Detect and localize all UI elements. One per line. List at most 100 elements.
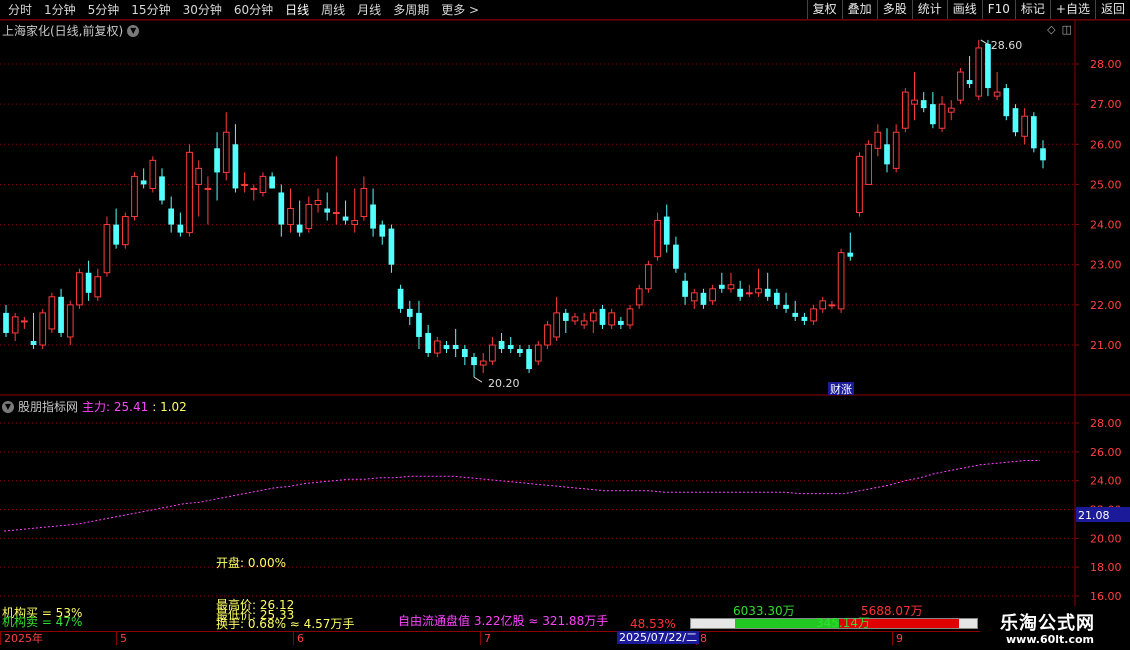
ratio-value: : 1.02 [152, 399, 187, 414]
y-tick-label: 28.00 [1090, 58, 1122, 71]
candle-body-up [819, 300, 827, 310]
candle-body-down [296, 224, 303, 233]
candle-body-up [902, 91, 909, 129]
candle-body-down [764, 288, 771, 297]
candle-body-up [222, 131, 230, 173]
low-price-label: 20.20 [488, 377, 520, 390]
candle-body-up [48, 296, 56, 330]
y-tick-label: 24.00 [1090, 475, 1122, 488]
mid-amount: 345.14万 [816, 616, 870, 630]
sell-amount: 5688.07万 [861, 604, 923, 618]
site-logo: 乐淘公式网 www.60lt.com [980, 606, 1130, 650]
y-tick-label: 25.00 [1090, 178, 1122, 191]
indicator-title: 股朋指标网 [18, 400, 79, 414]
maximize-icon[interactable]: ◫ [1062, 23, 1072, 36]
candle-body-down [177, 224, 184, 233]
grid-layer [0, 19, 1130, 631]
date-label-year: 2025年 [0, 632, 43, 645]
candle-body-up [121, 216, 129, 246]
date-label-jul: 7 [480, 632, 491, 645]
candle-body-up [837, 252, 845, 310]
candle-body-up [975, 47, 983, 97]
candle-body-down [3, 312, 9, 333]
candle-body-up [856, 155, 863, 214]
y-axis: 28.00 27.00 26.00 25.00 24.00 23.00 22.00 21.00… [1075, 58, 1130, 603]
candle-body-down [232, 144, 239, 189]
candle-body-up [103, 224, 111, 274]
candle-body-down [471, 357, 477, 366]
main-chart-controls: ◇ ◫ [1047, 23, 1072, 36]
candle-body-up [874, 131, 882, 149]
y-tick-label: 22.00 [1090, 299, 1122, 312]
candle-body-up [360, 187, 368, 218]
candle-body-down [498, 340, 505, 350]
candle-body-up [131, 175, 138, 218]
diamond-icon[interactable]: ◇ [1047, 23, 1055, 36]
candle-body-down [1012, 108, 1019, 133]
candle-body-down [406, 308, 413, 317]
candle-body-down [342, 216, 349, 221]
candle-body-down [416, 312, 422, 337]
candle-body-up [957, 71, 964, 101]
low-arrow [473, 376, 483, 383]
candle-body-down [966, 80, 973, 85]
y-tick-label: 16.00 [1090, 590, 1122, 603]
main-force-line [3, 460, 1040, 532]
candle-body-down [397, 288, 404, 309]
candle-body-down [324, 208, 331, 213]
candle-body-up [333, 212, 340, 215]
indicator-series [3, 460, 1040, 532]
candle-body-down [599, 308, 606, 325]
flow-seg-neutral [691, 619, 735, 628]
candle-body-up [865, 143, 872, 185]
candle-body-up [727, 284, 735, 290]
annotations: 28.60 20.20 财涨 [473, 39, 1022, 396]
logo-url: www.60lt.com [1006, 633, 1095, 646]
candle-body-down [884, 144, 890, 165]
candle-body-up [287, 208, 294, 226]
candle-body-up [305, 204, 313, 230]
y-tick-label: 18.00 [1090, 561, 1122, 574]
y-tick-label: 23.00 [1090, 259, 1122, 272]
candle-body-down [30, 340, 37, 345]
candle-body-up [149, 159, 157, 189]
candle-body-up [608, 312, 616, 326]
y-tick-label: 21.00 [1090, 339, 1122, 352]
candle-body-up [690, 292, 698, 302]
candle-body-down [168, 208, 175, 225]
stock-title: 上海家化(日线,前复权) [2, 24, 124, 38]
candle-body-down [673, 244, 679, 269]
candle-body-down [1003, 88, 1010, 117]
y-tick-label: 27.00 [1090, 98, 1122, 111]
candle-body-up [911, 99, 918, 105]
candle-body-up [534, 344, 542, 362]
candle-body-up [544, 324, 551, 346]
chevron-down-icon[interactable]: ▼ [127, 24, 140, 37]
chart-canvas[interactable]: 28.00 27.00 26.00 25.00 24.00 23.00 22.00 21.00… [0, 0, 1130, 650]
candle-body-down [370, 204, 376, 229]
candle-body-down [700, 292, 707, 305]
candle-body-up [892, 131, 900, 169]
candle-body-up [186, 151, 193, 234]
inst-sell: 机构卖 = 47% [2, 615, 83, 629]
candle-body-down [1040, 148, 1046, 161]
date-label-may: 5 [116, 632, 127, 645]
flow-seg-end [959, 619, 977, 628]
candle-body-up [94, 276, 102, 298]
candle-body-down [774, 292, 780, 305]
candle-body-down [930, 104, 936, 125]
main-chart-header: 上海家化(日线,前复权) ▼ [2, 22, 140, 39]
candle-body-down [562, 312, 569, 321]
y-tick-label: 24.00 [1090, 219, 1122, 232]
sub-chart-header: ▼ 股朋指标网 主力: 25.41 : 1.02 [2, 398, 187, 415]
chevron-down-icon[interactable]: ▼ [2, 400, 14, 413]
candle-body-down [159, 176, 165, 201]
main-force-value: 主力: 25.41 [82, 400, 149, 414]
candle-body-down [58, 296, 64, 333]
candlestick-series [3, 39, 1046, 378]
candle-body-up [259, 175, 267, 193]
candle-body-up [645, 264, 652, 290]
candle-body-up [745, 292, 753, 295]
candle-body-up [553, 312, 560, 338]
candle-body-up [938, 103, 946, 129]
